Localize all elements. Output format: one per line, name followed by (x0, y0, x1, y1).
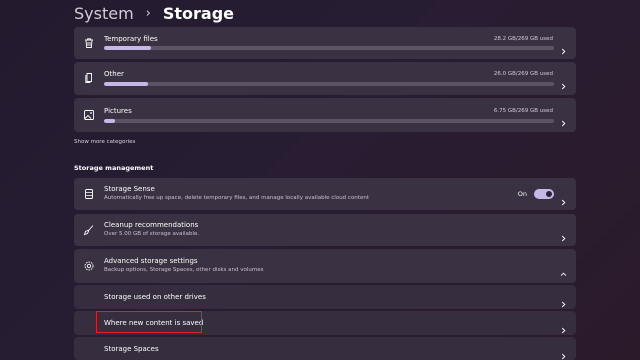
trash-icon (83, 37, 95, 49)
category-other[interactable]: Other 26.0 GB/269 GB used (74, 62, 576, 95)
gear-icon (83, 260, 95, 272)
storage-sense-row[interactable]: Storage Sense Automatically free up spac… (74, 178, 576, 210)
chevron-right-icon (560, 319, 567, 334)
category-usage: 26.0 GB/269 GB used (493, 71, 553, 77)
storage-sense-toggle[interactable] (534, 189, 554, 199)
sub-item-label: Storage used on other drives (104, 293, 206, 301)
section-heading: Storage management (74, 164, 154, 172)
category-label: Pictures (104, 107, 132, 115)
sub-item-label: Storage Spaces (104, 345, 159, 353)
storage-used-on-other-drives-item[interactable]: Storage used on other drives (74, 285, 576, 309)
toggle-knob (546, 191, 552, 197)
setting-description: Over 5.00 GB of storage available. (104, 231, 200, 237)
show-more-categories-link[interactable]: Show more categories (74, 139, 135, 145)
usage-bar (104, 119, 554, 123)
category-label: Temporary files (104, 35, 158, 43)
setting-title: Cleanup recommendations (104, 221, 199, 229)
chevron-right-icon (560, 227, 567, 242)
setting-description: Automatically free up space, delete temp… (104, 195, 369, 201)
image-icon (83, 109, 95, 121)
usage-bar (104, 82, 554, 86)
chevron-right-icon (560, 345, 567, 360)
chevron-right-icon (560, 112, 567, 127)
breadcrumb-parent[interactable]: System (74, 4, 134, 23)
category-temporary-files[interactable]: Temporary files 28.2 GB/269 GB used (74, 27, 576, 59)
category-usage: 28.2 GB/269 GB used (493, 36, 553, 42)
toggle-state-label: On (517, 190, 527, 198)
advanced-storage-settings-row[interactable]: Advanced storage settings Backup options… (74, 249, 576, 283)
breadcrumb-separator: › (145, 5, 151, 21)
drive-icon (83, 188, 95, 200)
page-title: Storage (162, 3, 235, 23)
highlight-box (96, 311, 202, 333)
setting-title: Storage Sense (104, 185, 155, 193)
chevron-right-icon (560, 191, 567, 206)
breadcrumb: System › Storage (74, 3, 234, 23)
broom-icon (83, 224, 95, 236)
file-copy-icon (83, 72, 95, 84)
chevron-right-icon (560, 75, 567, 90)
chevron-up-icon[interactable] (560, 263, 567, 276)
usage-bar (104, 46, 554, 50)
category-usage: 6.75 GB/269 GB used (493, 108, 553, 114)
storage-spaces-item[interactable]: Storage Spaces (74, 337, 576, 360)
chevron-right-icon (560, 40, 567, 55)
category-label: Other (104, 70, 124, 78)
chevron-right-icon (560, 293, 567, 308)
category-pictures[interactable]: Pictures 6.75 GB/269 GB used (74, 98, 576, 132)
setting-description: Backup options, Storage Spaces, other di… (104, 267, 264, 273)
setting-title: Advanced storage settings (104, 257, 198, 265)
cleanup-recommendations-row[interactable]: Cleanup recommendations Over 5.00 GB of … (74, 214, 576, 246)
